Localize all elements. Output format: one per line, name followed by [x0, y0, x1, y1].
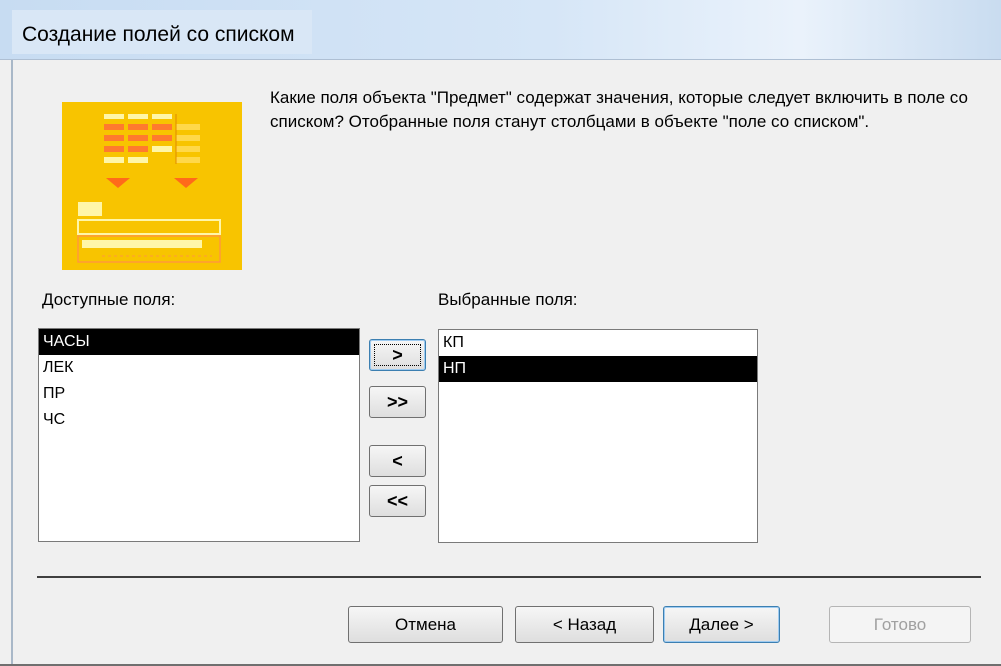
add-all-fields-button[interactable]: >>	[369, 386, 426, 418]
list-item[interactable]: КП	[439, 330, 757, 356]
list-item[interactable]: НП	[439, 356, 757, 382]
wizard-description: Какие поля объекта "Предмет" содержат зн…	[270, 88, 968, 131]
back-button[interactable]: < Назад	[515, 606, 654, 643]
selected-fields-list[interactable]: КП НП	[438, 329, 758, 543]
add-field-label: >	[392, 344, 403, 365]
list-item[interactable]: ПР	[39, 381, 359, 407]
back-label: < Назад	[552, 614, 617, 634]
wizard-illustration	[62, 102, 242, 270]
window-title: Создание полей со списком	[22, 23, 295, 46]
list-item[interactable]: ЧАСЫ	[39, 329, 359, 355]
add-all-fields-label: >>	[386, 391, 409, 412]
finish-button[interactable]: Готово	[829, 606, 971, 643]
title-bar[interactable]: Создание полей со списком	[0, 0, 1001, 60]
footer-divider	[37, 576, 981, 578]
cancel-label: Отмена	[395, 614, 456, 634]
available-fields-label: Доступные поля:	[42, 290, 176, 309]
wizard-dialog: Создание полей со списком Какие поля объ…	[0, 0, 1001, 666]
cancel-button[interactable]: Отмена	[348, 606, 503, 643]
remove-all-fields-button[interactable]: <<	[369, 485, 426, 517]
finish-label: Готово	[873, 614, 927, 634]
selected-fields-label: Выбранные поля:	[438, 290, 578, 309]
available-fields-list[interactable]: ЧАСЫ ЛЕК ПР ЧС	[38, 328, 360, 542]
table-to-combo-icon	[77, 114, 221, 263]
next-button[interactable]: Далее >	[663, 606, 780, 643]
remove-field-button[interactable]: <	[369, 445, 426, 477]
list-item[interactable]: ЧС	[39, 407, 359, 433]
list-item[interactable]: ЛЕК	[39, 355, 359, 381]
next-label: Далее >	[689, 614, 754, 634]
add-field-button[interactable]: >	[369, 339, 426, 371]
remove-field-label: <	[392, 450, 403, 471]
remove-all-fields-label: <<	[386, 490, 409, 511]
